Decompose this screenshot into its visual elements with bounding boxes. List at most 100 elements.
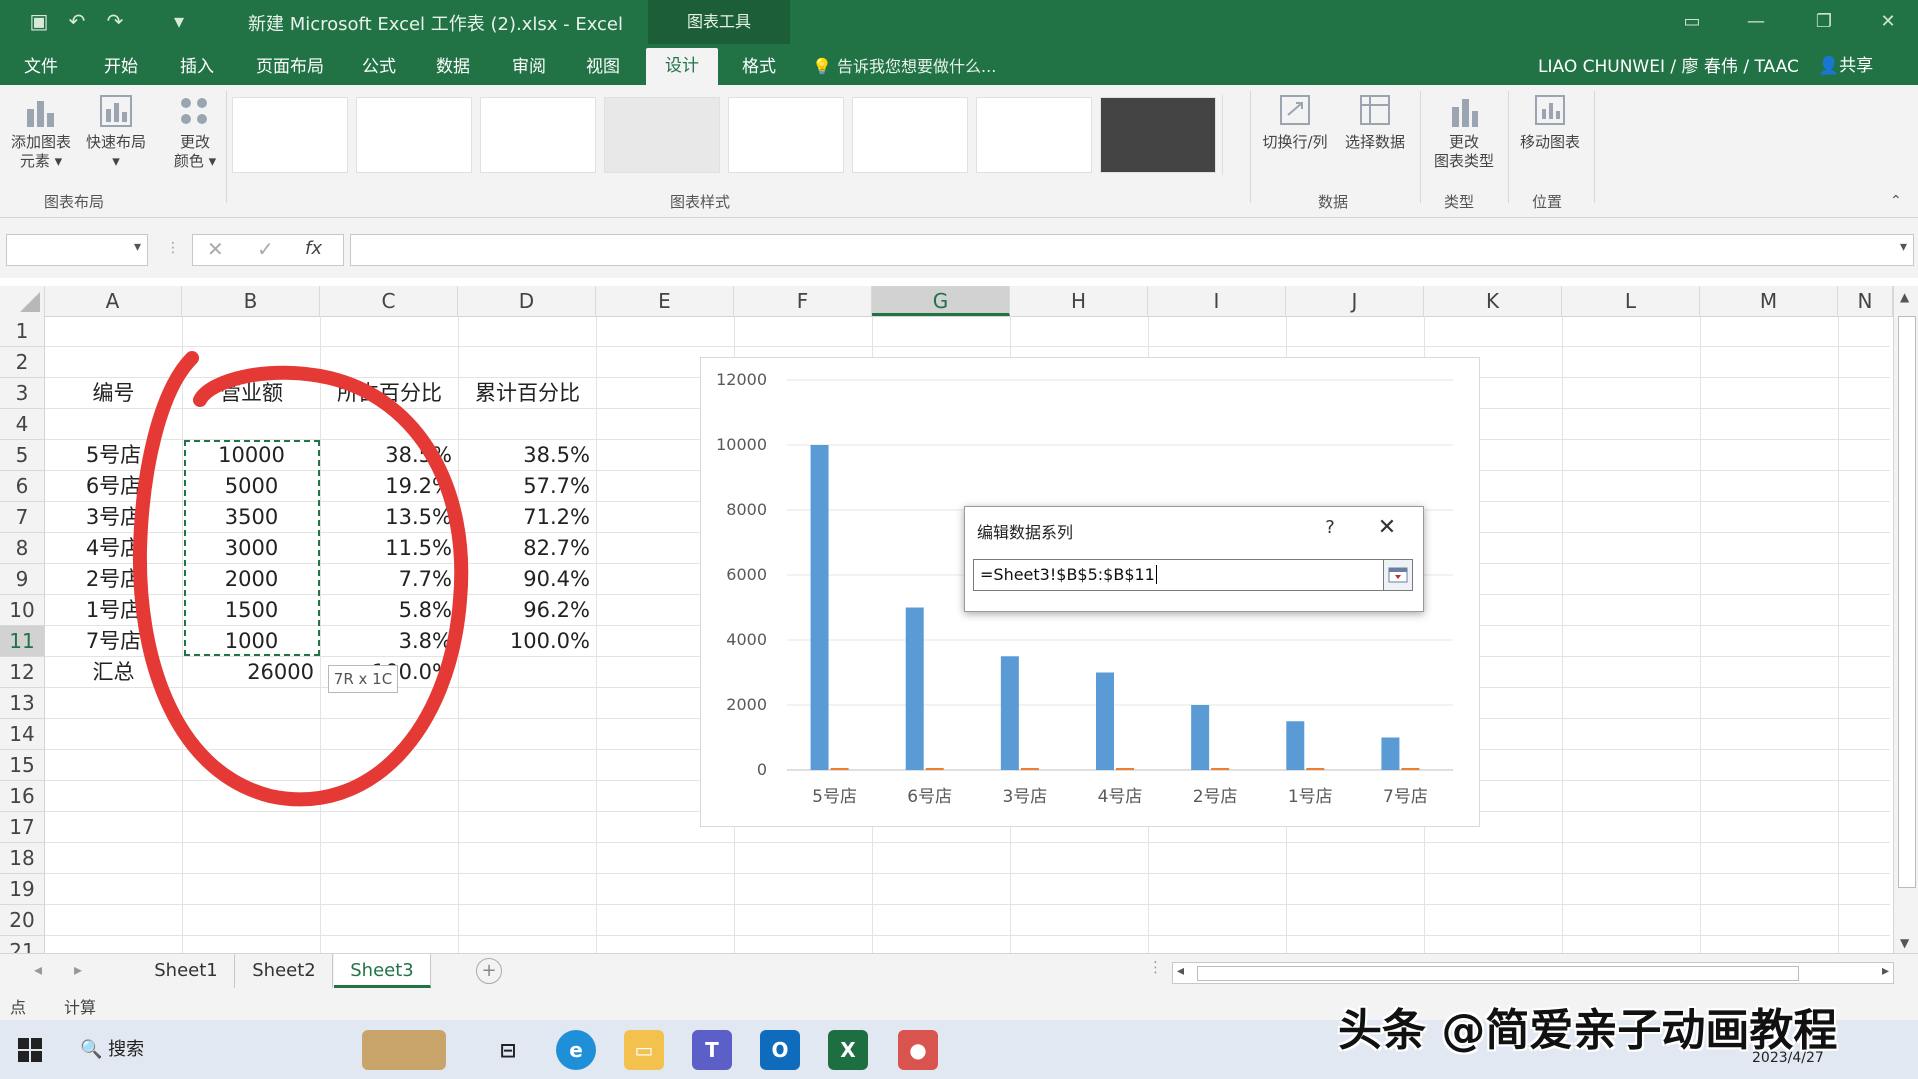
column-header-g[interactable]: G (872, 286, 1010, 316)
column-header-d[interactable]: D (458, 286, 596, 316)
vertical-scrollbar[interactable]: ▲ ▼ (1893, 286, 1918, 953)
row-header-13[interactable]: 13 (0, 688, 44, 719)
row-header-1[interactable]: 1 (0, 316, 44, 347)
help-button[interactable]: ? (1315, 513, 1345, 543)
task-view-icon[interactable]: ⊟ (488, 1030, 528, 1070)
sheet-tab-1[interactable]: Sheet1 (138, 954, 235, 988)
tab-item-6[interactable]: 审阅 (492, 52, 566, 85)
next-sheet-icon[interactable]: ▸ (74, 960, 82, 979)
gallery-scroll[interactable] (1222, 95, 1239, 175)
row-header-14[interactable]: 14 (0, 719, 44, 750)
row-header-6[interactable]: 6 (0, 471, 44, 502)
scroll-down-icon[interactable]: ▼ (1900, 936, 1909, 950)
chart-style-thumb[interactable] (728, 97, 844, 173)
cell-c5[interactable]: 38.5% (321, 440, 452, 471)
tab-item-5[interactable]: 数据 (416, 52, 490, 85)
column-header-m[interactable]: M (1700, 286, 1838, 316)
tab-item-1[interactable]: 开始 (84, 52, 158, 85)
tab-item-9[interactable]: 格式 (722, 52, 796, 85)
chart-style-thumb[interactable] (604, 97, 720, 173)
row-header-12[interactable]: 12 (0, 657, 44, 688)
customize-qat-icon[interactable]: ▾ (166, 8, 192, 34)
close-window-icon[interactable]: ✕ (1868, 8, 1908, 36)
bar-series-1[interactable] (1286, 721, 1305, 770)
cell-a11[interactable]: 7号店 (45, 626, 182, 657)
name-box[interactable]: ▾ (6, 234, 148, 266)
cell-c3[interactable]: 所占百分比 (321, 378, 458, 409)
bar-series-2[interactable] (1401, 768, 1420, 770)
cell-a9[interactable]: 2号店 (45, 564, 182, 595)
cell-b3[interactable]: 营业额 (183, 378, 320, 409)
new-sheet-icon[interactable]: + (476, 958, 502, 984)
scroll-left-icon[interactable]: ◂ (1177, 963, 1184, 979)
prev-sheet-icon[interactable]: ◂ (34, 960, 42, 979)
tell-me-search[interactable]: 💡 告诉我您想要做什么... (812, 52, 996, 82)
bar-series-2[interactable] (925, 768, 944, 770)
cell-d3[interactable]: 累计百分比 (459, 378, 596, 409)
formula-input[interactable]: ▾ (350, 234, 1914, 266)
tab-item-2[interactable]: 插入 (160, 52, 234, 85)
split-handle[interactable]: ⋮ (1148, 958, 1163, 976)
cell-c7[interactable]: 13.5% (321, 502, 452, 533)
cell-d6[interactable]: 57.7% (459, 471, 590, 502)
chart-style-thumb[interactable] (480, 97, 596, 173)
restore-icon[interactable]: ❐ (1804, 8, 1844, 36)
file-explorer-icon[interactable]: ▭ (624, 1030, 664, 1070)
undo-icon[interactable]: ↶ (64, 8, 90, 34)
cancel-icon[interactable]: ✕ (207, 237, 224, 261)
series-values-input[interactable]: =Sheet3!$B$5:$B$11 (973, 559, 1387, 591)
cell-c6[interactable]: 19.2% (321, 471, 452, 502)
cell-b12[interactable]: 26000 (183, 657, 314, 688)
quick-layout-button[interactable]: 快速布局 ▾ (80, 93, 152, 171)
tab-item-8[interactable]: 设计 (646, 48, 718, 85)
tab-item-4[interactable]: 公式 (344, 52, 414, 85)
tab-item-7[interactable]: 视图 (566, 52, 640, 85)
recorder-icon[interactable]: ● (898, 1030, 938, 1070)
chart-style-thumb[interactable] (1100, 97, 1216, 173)
column-header-h[interactable]: H (1010, 286, 1148, 316)
cell-d8[interactable]: 82.7% (459, 533, 590, 564)
switch-row-column-button[interactable]: 切换行/列 (1256, 93, 1334, 152)
cell-a7[interactable]: 3号店 (45, 502, 182, 533)
tab-file[interactable]: 文件 (0, 52, 82, 85)
move-chart-button[interactable]: 移动图表 (1512, 93, 1588, 152)
chart-style-thumb[interactable] (356, 97, 472, 173)
row-header-18[interactable]: 18 (0, 843, 44, 874)
bar-series-2[interactable] (1306, 768, 1325, 770)
cell-a3[interactable]: 编号 (45, 378, 182, 409)
bar-series-2[interactable] (830, 768, 849, 770)
column-header-a[interactable]: A (44, 286, 182, 316)
cell-a10[interactable]: 1号店 (45, 595, 182, 626)
cell-c10[interactable]: 5.8% (321, 595, 452, 626)
select-data-button[interactable]: 选择数据 (1336, 93, 1414, 152)
teams-icon[interactable]: T (692, 1030, 732, 1070)
redo-icon[interactable]: ↷ (102, 8, 128, 34)
cell-a8[interactable]: 4号店 (45, 533, 182, 564)
row-header-19[interactable]: 19 (0, 874, 44, 905)
sheet-tab-2[interactable]: Sheet2 (236, 954, 333, 988)
bar-series-1[interactable] (810, 445, 829, 770)
row-header-5[interactable]: 5 (0, 440, 44, 471)
row-header-3[interactable]: 3 (0, 378, 44, 409)
column-header-l[interactable]: L (1562, 286, 1700, 316)
row-header-9[interactable]: 9 (0, 564, 44, 595)
cell-d9[interactable]: 90.4% (459, 564, 590, 595)
collapse-dialog-button[interactable] (1383, 559, 1413, 591)
bar-series-1[interactable] (1096, 672, 1114, 771)
column-header-b[interactable]: B (182, 286, 320, 316)
cell-d7[interactable]: 71.2% (459, 502, 590, 533)
chart-style-thumb[interactable] (976, 97, 1092, 173)
select-all-corner[interactable] (0, 286, 45, 316)
row-header-8[interactable]: 8 (0, 533, 44, 564)
enter-icon[interactable]: ✓ (257, 237, 274, 261)
cell-a6[interactable]: 6号店 (45, 471, 182, 502)
column-header-k[interactable]: K (1424, 286, 1562, 316)
cell-d10[interactable]: 96.2% (459, 595, 590, 626)
column-header-e[interactable]: E (596, 286, 734, 316)
cell-c8[interactable]: 11.5% (321, 533, 452, 564)
windows-start-icon[interactable] (18, 1038, 42, 1062)
row-header-4[interactable]: 4 (0, 409, 44, 440)
cell-d11[interactable]: 100.0% (459, 626, 590, 657)
cell-a12[interactable]: 汇总 (45, 657, 182, 688)
excel-icon[interactable]: X (828, 1030, 868, 1070)
